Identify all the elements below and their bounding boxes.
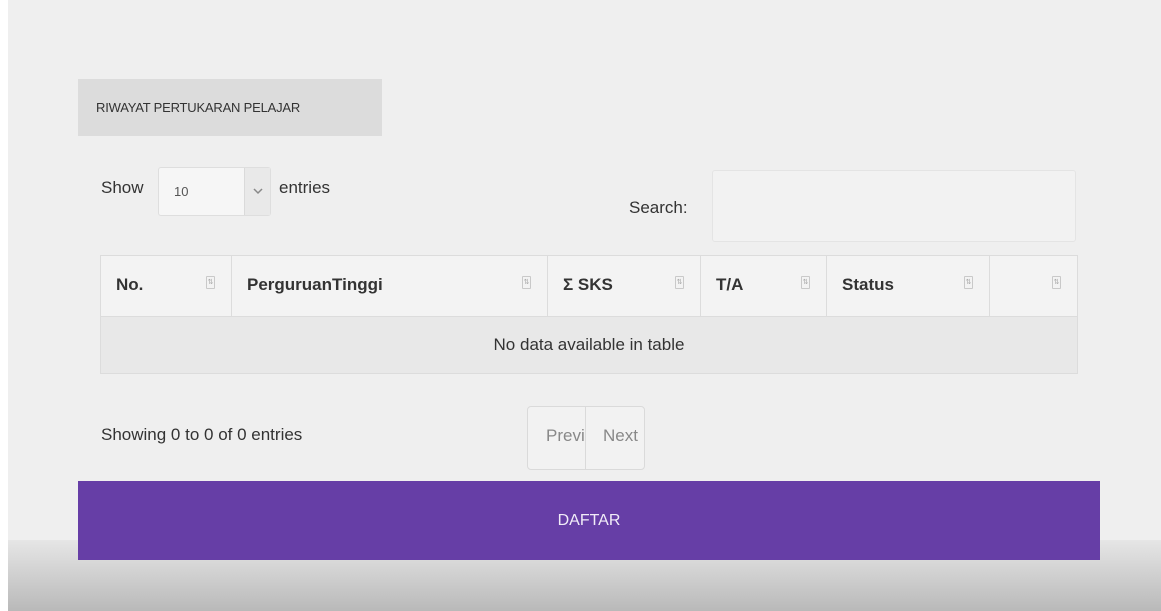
next-button[interactable]: Next [586,407,644,469]
column-header-label: No. [116,275,144,294]
sort-icon: ⇅ [675,276,684,289]
sort-icon: ⇅ [522,276,531,289]
pagination: Previous Next [527,406,645,470]
table-header: No. ⇅ PerguruanTinggi ⇅ Σ SKS ⇅ T/A ⇅ St… [101,256,1077,317]
search-label: Search: [629,198,688,217]
column-header-ta[interactable]: T/A ⇅ [701,256,827,316]
column-header-action[interactable]: ⇅ [990,256,1077,316]
column-header-label: T/A [716,275,744,294]
column-header-label: Status [842,275,894,294]
column-header-label: Σ SKS [563,275,613,294]
show-label: Show [101,178,144,197]
data-table: No. ⇅ PerguruanTinggi ⇅ Σ SKS ⇅ T/A ⇅ St… [100,255,1078,374]
previous-button[interactable]: Previous [528,407,586,469]
column-header-status[interactable]: Status ⇅ [827,256,990,316]
sort-icon: ⇅ [801,276,810,289]
daftar-button[interactable]: DAFTAR [78,481,1100,560]
table-info: Showing 0 to 0 of 0 entries [101,425,303,444]
sort-icon: ⇅ [964,276,973,289]
sort-icon: ⇅ [206,276,215,289]
column-header-label: PerguruanTinggi [247,275,383,294]
column-header-sks[interactable]: Σ SKS ⇅ [548,256,701,316]
search-input[interactable] [712,170,1076,242]
entries-selected-value: 10 [174,184,189,199]
entries-per-page-select[interactable]: 10 [158,167,271,216]
entries-label: entries [279,178,331,197]
column-header-perguruan-tinggi[interactable]: PerguruanTinggi ⇅ [232,256,548,316]
sort-icon: ⇅ [1052,276,1061,289]
tab-riwayat-pertukaran-pelajar[interactable]: RIWAYAT PERTUKARAN PELAJAR [78,79,382,136]
chevron-down-icon [244,168,270,215]
column-header-no[interactable]: No. ⇅ [101,256,232,316]
table-empty-row: No data available in table [101,317,1077,373]
